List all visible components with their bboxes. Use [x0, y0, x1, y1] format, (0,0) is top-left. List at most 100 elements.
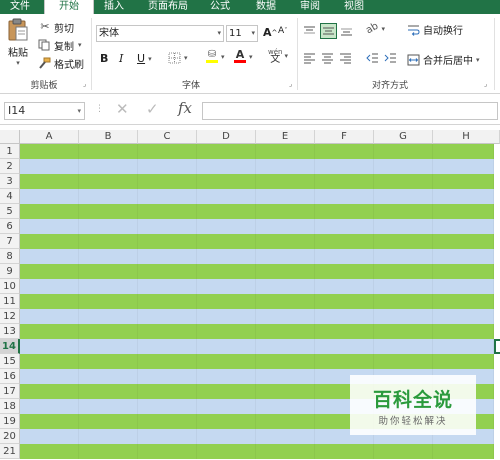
cell-c7[interactable]	[138, 234, 197, 249]
row-header-11[interactable]: 11	[0, 294, 20, 309]
cell-f1[interactable]	[315, 144, 374, 159]
row-header-1[interactable]: 1	[0, 144, 20, 159]
cell-c11[interactable]	[138, 294, 197, 309]
cell-c15[interactable]	[138, 354, 197, 369]
clipboard-launcher-icon[interactable]: ⌟	[83, 80, 86, 88]
cell-d2[interactable]	[197, 159, 256, 174]
select-all-button[interactable]	[0, 130, 20, 144]
tab-data[interactable]: 数据	[248, 0, 284, 14]
tab-file[interactable]: 文件	[0, 0, 40, 14]
column-header-f[interactable]: F	[315, 130, 374, 144]
cell-b5[interactable]	[79, 204, 138, 219]
tab-home[interactable]: 开始	[44, 0, 94, 14]
cell-g10[interactable]	[374, 279, 433, 294]
cell-a14[interactable]	[20, 339, 79, 354]
cell-g13[interactable]	[374, 324, 433, 339]
cell-d9[interactable]	[197, 264, 256, 279]
cell-c14[interactable]	[138, 339, 197, 354]
font-size-select[interactable]: 11 ▾	[226, 25, 258, 42]
italic-button[interactable]: I	[119, 52, 131, 65]
borders-button[interactable]: ▾	[168, 52, 188, 64]
cell-c2[interactable]	[138, 159, 197, 174]
underline-button[interactable]: U ▾	[137, 52, 152, 65]
cell-d15[interactable]	[197, 354, 256, 369]
cell-d1[interactable]	[197, 144, 256, 159]
cell-d6[interactable]	[197, 219, 256, 234]
cell-c20[interactable]	[138, 429, 197, 444]
cell-g5[interactable]	[374, 204, 433, 219]
cell-a10[interactable]	[20, 279, 79, 294]
cell-e18[interactable]	[256, 399, 315, 414]
cell-h11[interactable]	[433, 294, 494, 309]
cell-f6[interactable]	[315, 219, 374, 234]
cell-a9[interactable]	[20, 264, 79, 279]
row-header-9[interactable]: 9	[0, 264, 20, 279]
increase-indent-button[interactable]	[384, 52, 399, 64]
align-left-button[interactable]	[303, 52, 318, 64]
column-header-e[interactable]: E	[256, 130, 315, 144]
align-middle-button[interactable]	[320, 23, 337, 39]
row-header-7[interactable]: 7	[0, 234, 20, 249]
cell-e6[interactable]	[256, 219, 315, 234]
align-top-button[interactable]	[303, 23, 318, 39]
cell-h6[interactable]	[433, 219, 494, 234]
cell-b12[interactable]	[79, 309, 138, 324]
tab-insert[interactable]: 插入	[96, 0, 132, 14]
cell-f14[interactable]	[315, 339, 374, 354]
cell-e5[interactable]	[256, 204, 315, 219]
cell-c13[interactable]	[138, 324, 197, 339]
insert-function-button[interactable]: fx	[178, 99, 192, 117]
font-name-select[interactable]: 宋体 ▾	[96, 25, 224, 42]
cell-f13[interactable]	[315, 324, 374, 339]
cell-a21[interactable]	[20, 444, 79, 459]
row-header-10[interactable]: 10	[0, 279, 20, 294]
cell-e14[interactable]	[256, 339, 315, 354]
cell-a13[interactable]	[20, 324, 79, 339]
cell-a19[interactable]	[20, 414, 79, 429]
grow-font-button[interactable]: A ^	[263, 26, 277, 39]
cell-h13[interactable]	[433, 324, 494, 339]
cell-e20[interactable]	[256, 429, 315, 444]
cell-a15[interactable]	[20, 354, 79, 369]
cell-b15[interactable]	[79, 354, 138, 369]
cell-a1[interactable]	[20, 144, 79, 159]
align-bottom-button[interactable]	[340, 23, 355, 39]
row-header-2[interactable]: 2	[0, 159, 20, 174]
row-header-13[interactable]: 13	[0, 324, 20, 339]
cell-e16[interactable]	[256, 369, 315, 384]
cell-b20[interactable]	[79, 429, 138, 444]
column-header-b[interactable]: B	[79, 130, 138, 144]
cell-a2[interactable]	[20, 159, 79, 174]
wrap-text-button[interactable]: 自动换行	[407, 22, 463, 37]
phonetic-guide-button[interactable]: wén 文 ▾	[268, 48, 288, 65]
cell-a5[interactable]	[20, 204, 79, 219]
cell-g1[interactable]	[374, 144, 433, 159]
cell-h7[interactable]	[433, 234, 494, 249]
cell-c17[interactable]	[138, 384, 197, 399]
cell-h1[interactable]	[433, 144, 494, 159]
cell-c4[interactable]	[138, 189, 197, 204]
cell-e8[interactable]	[256, 249, 315, 264]
tab-formulas[interactable]: 公式	[202, 0, 238, 14]
cell-a8[interactable]	[20, 249, 79, 264]
cell-d3[interactable]	[197, 174, 256, 189]
alignment-launcher-icon[interactable]: ⌟	[484, 80, 487, 88]
cell-e2[interactable]	[256, 159, 315, 174]
cell-d5[interactable]	[197, 204, 256, 219]
cell-b10[interactable]	[79, 279, 138, 294]
cell-d11[interactable]	[197, 294, 256, 309]
cell-f9[interactable]	[315, 264, 374, 279]
fill-color-button[interactable]: ⛁ ▾	[206, 50, 225, 63]
column-header-g[interactable]: G	[374, 130, 433, 144]
cell-g21[interactable]	[374, 444, 433, 459]
cell-e21[interactable]	[256, 444, 315, 459]
cell-d7[interactable]	[197, 234, 256, 249]
row-header-14[interactable]: 14	[0, 339, 20, 354]
row-header-3[interactable]: 3	[0, 174, 20, 189]
tab-view[interactable]: 视图	[336, 0, 372, 14]
row-header-6[interactable]: 6	[0, 219, 20, 234]
cell-b2[interactable]	[79, 159, 138, 174]
cell-g11[interactable]	[374, 294, 433, 309]
orientation-button[interactable]: ab ▾	[364, 21, 385, 37]
row-header-18[interactable]: 18	[0, 399, 20, 414]
